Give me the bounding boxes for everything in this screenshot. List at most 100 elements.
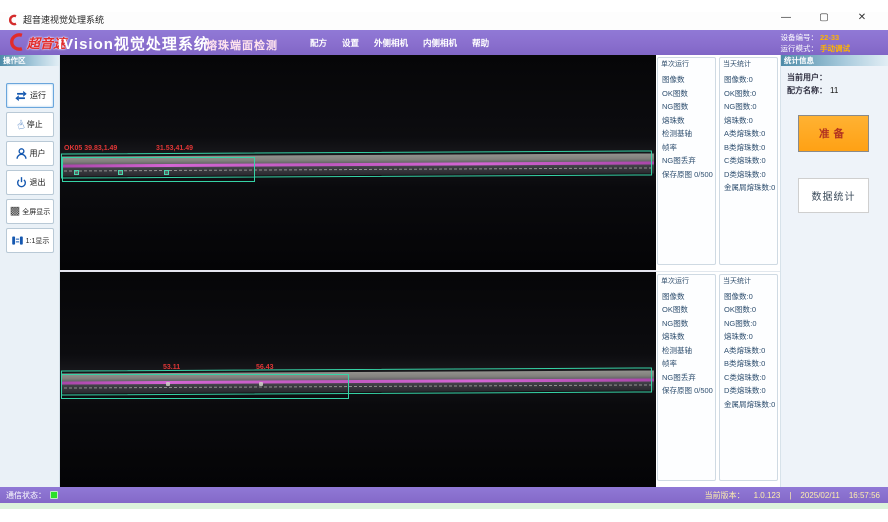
info-panel: 统计信息 当前用户： 配方名称：11 准备 数据统计 — [780, 55, 888, 487]
stat-item: NG图丢弃 — [662, 371, 715, 385]
close-button[interactable]: ✕ — [854, 12, 870, 23]
run-mode-value: 手动调试 — [820, 43, 862, 54]
stat-item: B类熔珠数:0 — [724, 141, 777, 155]
stop-hand-icon: ☝ — [16, 118, 27, 132]
menu-item[interactable]: 配方 — [310, 37, 327, 49]
status-time: 16:57:56 — [849, 491, 880, 500]
daily-stats-title: 当天统计 — [723, 59, 751, 69]
one-to-one-icon — [11, 234, 24, 247]
status-date: 2025/02/11 — [800, 491, 839, 500]
stat-item: B类熔珠数:0 — [724, 357, 777, 371]
window-title: 超音速视觉处理系统 — [23, 13, 104, 26]
minimize-button[interactable]: — — [778, 12, 794, 23]
daily-stats-group: 当天统计 图像数:0OK图数:0NG图数:0熔珠数:0A类熔珠数:0B类熔珠数:… — [719, 274, 778, 482]
brand-logo: 超音速 — [5, 31, 66, 53]
stat-item: 图像数:0 — [724, 73, 777, 87]
recipe-name-label: 配方名称： — [787, 86, 827, 95]
daily-stats-group: 当天统计 图像数:0OK图数:0NG图数:0熔珠数:0A类熔珠数:0B类熔珠数:… — [719, 57, 778, 265]
app-logo-icon — [7, 14, 19, 26]
operation-sidebar: 操作区 运行 ☝ 停止 — [0, 55, 60, 487]
main-menu: 配方 设置 外侧相机 内侧相机 帮助 — [310, 30, 489, 55]
one-to-one-button[interactable]: 1:1显示 — [6, 228, 54, 253]
stat-item: OK图数 — [662, 87, 715, 101]
fullscreen-button[interactable]: ▩ 全屏显示 — [6, 199, 54, 224]
stat-item: C类熔珠数:0 — [724, 371, 777, 385]
one-to-one-button-label: 1:1显示 — [26, 236, 50, 246]
single-run-title: 单次运行 — [661, 276, 689, 286]
app-window: 超音速视觉处理系统 — ▢ ✕ 超音速 IVision视觉处理系统 熔珠端面检测… — [0, 0, 888, 522]
detection-roi-inner — [62, 157, 255, 182]
detection-marker — [259, 382, 263, 386]
stat-item: NG图数:0 — [724, 100, 777, 114]
stat-item: 图像数 — [662, 290, 715, 304]
app-header: 超音速 IVision视觉处理系统 熔珠端面检测 配方设置外侧相机内侧相机帮助 … — [0, 30, 888, 55]
brand-swoosh-icon — [5, 31, 27, 53]
stat-item: 图像数 — [662, 73, 715, 87]
data-statistics-button[interactable]: 数据统计 — [798, 178, 869, 213]
measurement-annotation: 53.11 — [163, 364, 180, 371]
daily-stats-title: 当天统计 — [723, 276, 751, 286]
menu-item[interactable]: 外侧相机 — [374, 37, 408, 49]
device-number-value: 22-33 — [820, 32, 862, 43]
comm-status-label: 通信状态： — [6, 490, 46, 501]
stat-item: 检测基轴 — [662, 127, 715, 141]
stat-item: C类熔珠数:0 — [724, 154, 777, 168]
detection-marker — [166, 382, 170, 386]
single-run-group: 单次运行 图像数OK图数NG图数熔珠数检测基轴帧率NG图丢弃保存原图 0/500 — [657, 274, 716, 482]
menu-item[interactable]: 设置 — [342, 37, 359, 49]
stat-item: 金属屑熔珠数:0 — [724, 181, 777, 195]
current-user-label: 当前用户： — [787, 73, 827, 82]
exit-button[interactable]: 退出 — [6, 170, 54, 195]
user-button[interactable]: 用户 — [6, 141, 54, 166]
run-mode-label: 运行模式： — [781, 44, 819, 53]
user-button-label: 用户 — [30, 148, 46, 159]
stat-item: 图像数:0 — [724, 290, 777, 304]
stat-item: 熔珠数 — [662, 114, 715, 128]
device-info: 设备编号：22-33 运行模式：手动调试 — [781, 32, 863, 54]
window-titlebar: 超音速视觉处理系统 — ▢ ✕ — [0, 12, 888, 30]
stat-item: 帧率 — [662, 141, 715, 155]
camera1-viewport[interactable]: OK05 39.83,1.49 31.53,41.49 — [60, 55, 656, 270]
run-button[interactable]: 运行 — [6, 83, 54, 108]
recipe-name-value: 11 — [830, 86, 838, 95]
measurement-annotation: 56.43 — [256, 364, 274, 371]
status-bar: 通信状态： 当前版本： 1.0.123 | 2025/02/11 16:57:5… — [0, 487, 888, 503]
stat-item: OK图数:0 — [724, 303, 777, 317]
bottom-strip — [0, 503, 888, 509]
camera2-stats-section: 单次运行 图像数OK图数NG图数熔珠数检测基轴帧率NG图丢弃保存原图 0/500… — [656, 271, 780, 488]
maximize-button[interactable]: ▢ — [816, 12, 832, 23]
camera2-viewport[interactable]: 53.11 56.43 — [60, 272, 656, 487]
fullscreen-icon: ▩ — [10, 206, 20, 217]
app-title: IVision视觉处理系统 — [58, 33, 210, 54]
stat-item: NG图数:0 — [724, 317, 777, 331]
prepare-button[interactable]: 准备 — [798, 115, 869, 152]
stop-button-label: 停止 — [27, 119, 43, 130]
camera-image-area: OK05 39.83,1.49 31.53,41.49 53.11 56.43 — [60, 55, 656, 487]
single-run-group: 单次运行 图像数OK图数NG图数熔珠数检测基轴帧率NG图丢弃保存原图 0/500 — [657, 57, 716, 265]
comm-status-indicator — [50, 491, 58, 499]
stats-column: 单次运行 图像数OK图数NG图数熔珠数检测基轴帧率NG图丢弃保存原图 0/500… — [656, 55, 780, 487]
info-panel-title: 统计信息 — [781, 55, 888, 66]
menu-item[interactable]: 帮助 — [472, 37, 489, 49]
stat-item: NG图数 — [662, 317, 715, 331]
device-number-label: 设备编号： — [781, 33, 819, 42]
run-button-label: 运行 — [30, 90, 46, 101]
stat-item: 帧率 — [662, 357, 715, 371]
stop-button[interactable]: ☝ 停止 — [6, 112, 54, 137]
run-arrows-icon — [14, 89, 28, 103]
stat-item: A类熔珠数:0 — [724, 127, 777, 141]
stat-item: OK图数:0 — [724, 87, 777, 101]
stat-item: A类熔珠数:0 — [724, 344, 777, 358]
fullscreen-button-label: 全屏显示 — [22, 207, 50, 217]
version-value: 1.0.123 — [754, 491, 781, 500]
stat-item: 熔珠数:0 — [724, 114, 777, 128]
detection-roi-inner — [61, 374, 349, 399]
stat-item: OK图数 — [662, 303, 715, 317]
stat-item: 熔珠数:0 — [724, 330, 777, 344]
single-run-title: 单次运行 — [661, 59, 689, 69]
stat-item: 保存原图 0/500 — [662, 168, 715, 182]
stat-item: D类熔珠数:0 — [724, 168, 777, 182]
menu-item[interactable]: 内侧相机 — [423, 37, 457, 49]
stat-item: NG图数 — [662, 100, 715, 114]
stat-item: 金属屑熔珠数:0 — [724, 398, 777, 412]
